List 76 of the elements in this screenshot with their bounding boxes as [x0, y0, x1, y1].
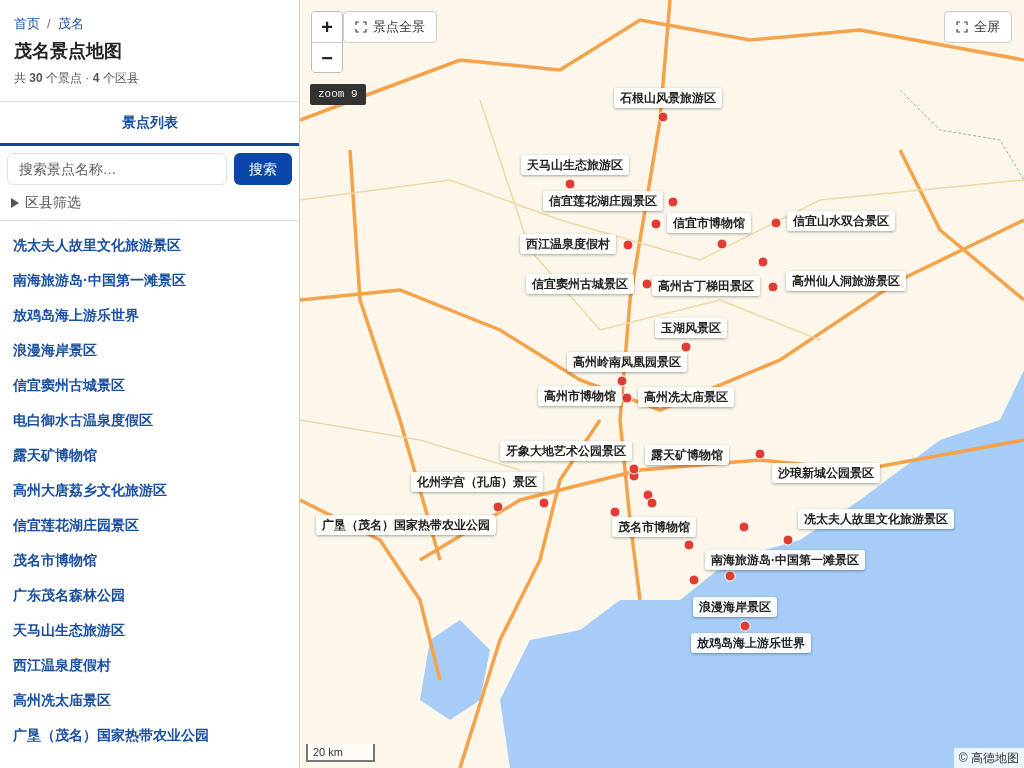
marker-label: 冼太夫人故里文化旅游景区 [798, 509, 954, 529]
marker-label: 石根山风景旅游区 [614, 88, 722, 108]
map-marker[interactable] [688, 574, 700, 586]
marker-label: 信宜莲花湖庄园景区 [543, 191, 663, 211]
page-title: 茂名景点地图 [14, 40, 123, 63]
search-button[interactable]: 搜索 [234, 153, 292, 186]
map-marker[interactable] [646, 497, 658, 509]
marker-label: 牙象大地艺术公园景区 [500, 441, 632, 461]
map-marker[interactable] [738, 521, 750, 533]
zoom-out-button[interactable]: − [312, 42, 342, 72]
fit-all-button[interactable]: 景点全景 [343, 11, 437, 43]
marker-label: 高州市博物馆 [538, 386, 622, 406]
map-marker[interactable] [609, 506, 621, 518]
marker-label: 高州岭南凤凰园景区 [567, 352, 687, 372]
map-marker[interactable] [616, 375, 628, 387]
zoom-level-badge: zoom 9 [310, 84, 366, 105]
marker-label: 南海旅游岛·中国第一滩景区 [705, 550, 865, 570]
spot-link[interactable]: 冼太夫人故里文化旅游景区 [0, 228, 299, 264]
map-marker[interactable] [538, 497, 550, 509]
map-marker[interactable] [667, 196, 679, 208]
search-field[interactable]: 搜索景点名称… [7, 153, 227, 186]
marker-label: 信宜山水双合景区 [787, 211, 895, 231]
map-marker[interactable] [650, 218, 662, 230]
map-attribution: © 高德地图 [953, 748, 1024, 768]
map-marker[interactable] [739, 620, 751, 632]
marker-label: 西江温泉度假村 [520, 234, 616, 254]
map-marker[interactable] [680, 341, 692, 353]
map-marker[interactable] [782, 534, 794, 546]
map-marker[interactable] [622, 239, 634, 251]
spot-link[interactable]: 露天矿博物馆 [0, 438, 299, 474]
spot-link[interactable]: 高州大唐荔乡文化旅游区 [0, 473, 299, 509]
map-marker[interactable] [657, 111, 669, 123]
fullscreen-icon [956, 20, 968, 33]
scale-bar: 20 km [306, 743, 375, 762]
marker-label: 浪漫海岸景区 [693, 597, 777, 617]
spot-link[interactable]: 天马山生态旅游区 [0, 613, 299, 649]
marker-label: 信宜市博物馆 [667, 213, 751, 233]
marker-label: 化州学宫（孔庙）景区 [411, 472, 543, 492]
marker-label: 高州古丁梯田景区 [652, 276, 760, 296]
marker-label: 高州仙人洞旅游景区 [786, 271, 906, 291]
marker-label: 高州冼太庙景区 [638, 387, 734, 407]
spot-link[interactable]: 茂名市博物馆 [0, 543, 299, 579]
fullscreen-button[interactable]: 全屏 [944, 11, 1012, 43]
map-marker[interactable] [492, 501, 504, 513]
fullscreen-icon [355, 20, 367, 33]
map-marker[interactable] [767, 281, 779, 293]
map-marker[interactable] [628, 463, 640, 475]
spot-link[interactable]: 广东茂名森林公园 [0, 578, 299, 614]
map-marker[interactable] [716, 238, 728, 250]
spot-link[interactable]: 南海旅游岛·中国第一滩景区 [0, 263, 299, 299]
breadcrumb-link[interactable]: 首页 [14, 14, 40, 34]
marker-label: 沙琅新城公园景区 [772, 463, 880, 483]
map-marker[interactable] [564, 178, 576, 190]
marker-label: 天马山生态旅游区 [521, 155, 629, 175]
spot-link[interactable]: 浪漫海岸景区 [0, 333, 299, 369]
marker-label: 玉湖风景区 [655, 318, 727, 338]
spot-link[interactable]: 广垦（茂名）国家热带农业公园 [0, 718, 299, 754]
spot-link[interactable]: 信宜窦州古城景区 [0, 368, 299, 404]
spot-link[interactable]: 信宜莲花湖庄园景区 [0, 508, 299, 544]
marker-label: 广垦（茂名）国家热带农业公园 [316, 515, 496, 535]
spot-link[interactable]: 高州冼太庙景区 [0, 683, 299, 719]
marker-label: 茂名市博物馆 [612, 517, 696, 537]
spot-link[interactable]: 西江温泉度假村 [0, 648, 299, 684]
breadcrumb-link[interactable]: 茂名 [57, 14, 84, 34]
breadcrumb-separator: / [47, 15, 51, 33]
map-marker[interactable] [757, 256, 769, 268]
marker-label: 信宜窦州古城景区 [526, 274, 634, 294]
spot-link[interactable]: 电白御水古温泉度假区 [0, 403, 299, 439]
map-marker[interactable] [770, 217, 782, 229]
district-filter-toggle[interactable]: 区县筛选 [10, 192, 81, 214]
marker-label: 放鸡岛海上游乐世界 [691, 633, 811, 653]
summary-text: 共 30 个景点 · 4 个区县 [14, 70, 140, 88]
map-marker[interactable] [683, 539, 695, 551]
map-marker[interactable] [754, 448, 766, 460]
marker-label: 露天矿博物馆 [645, 445, 729, 465]
spot-link[interactable]: 放鸡岛海上游乐世界 [0, 298, 299, 334]
